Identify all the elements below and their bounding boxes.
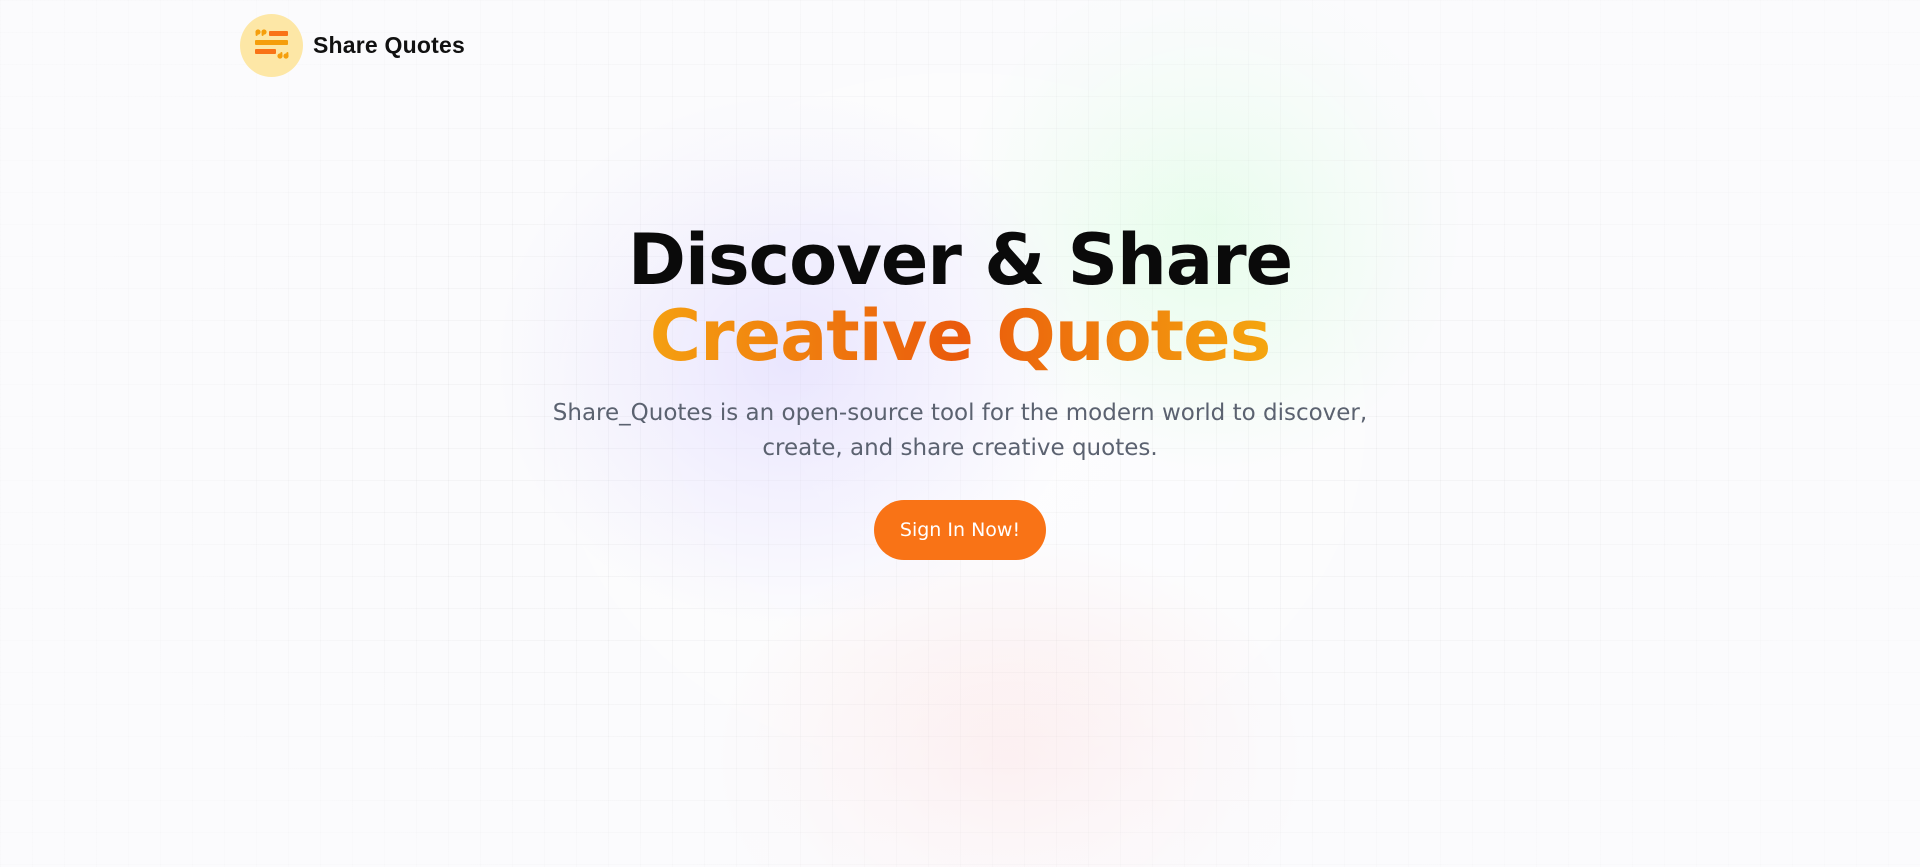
quote-lines-icon xyxy=(254,28,289,59)
top-nav: Share Quotes xyxy=(240,14,465,77)
hero-subtitle: Share_Quotes is an open-source tool for … xyxy=(552,400,1368,461)
hero-section: Discover & Share Creative Quotes Share_Q… xyxy=(0,222,1920,560)
brand-name[interactable]: Share Quotes xyxy=(313,32,465,59)
headline-line-1: Discover & Share xyxy=(627,219,1293,301)
sign-in-button[interactable]: Sign In Now! xyxy=(874,500,1046,560)
headline-line-2: Creative Quotes xyxy=(649,295,1272,377)
landing-page: Share Quotes Discover & Share Creative Q… xyxy=(0,0,1920,867)
hero-headline: Discover & Share Creative Quotes xyxy=(0,222,1920,374)
logo[interactable] xyxy=(240,14,303,77)
